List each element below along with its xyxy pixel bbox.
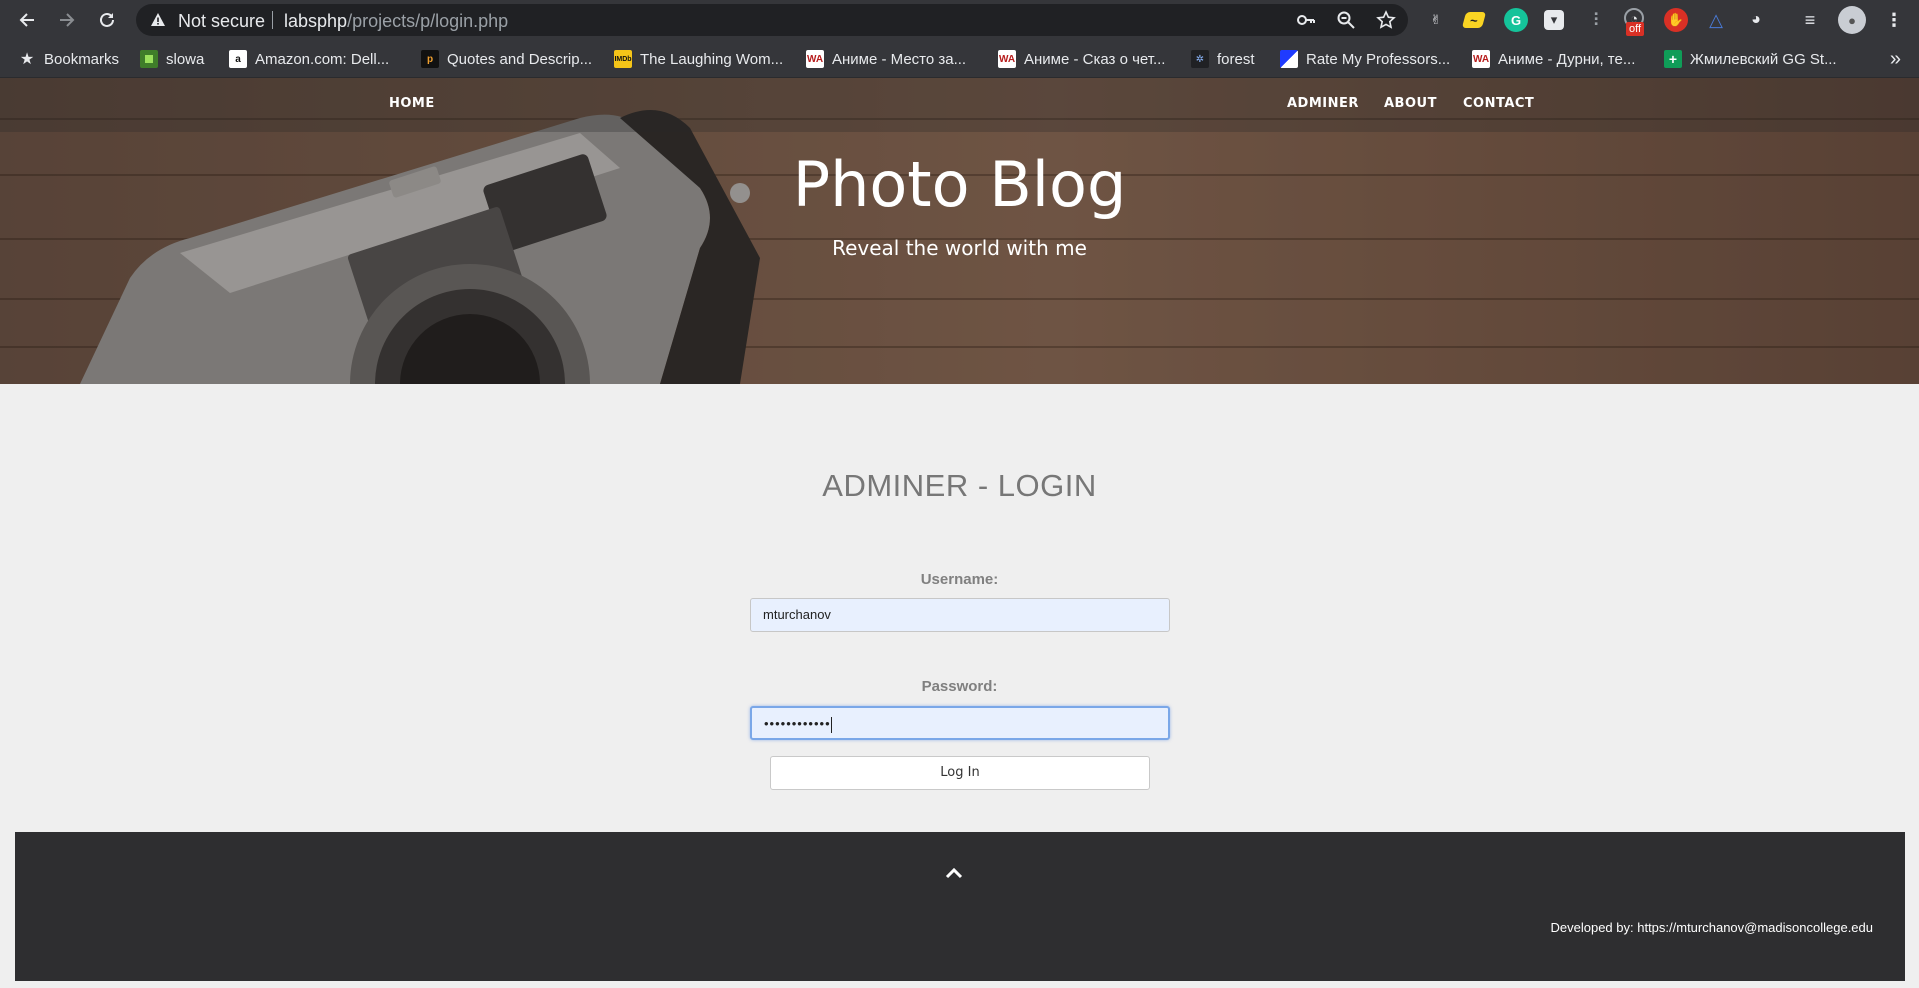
- nav-contact[interactable]: CONTACT: [1463, 96, 1534, 111]
- url-path: /projects/p/login.php: [347, 11, 509, 31]
- hero-banner: HOME ADMINER ABOUT CONTACT Photo Blog Re…: [0, 78, 1919, 384]
- bookmark-label: Аниме - Место за...: [832, 50, 967, 68]
- bookmark-item[interactable]: WA Аниме - Дурни, те...: [1472, 40, 1635, 78]
- bookmark-item[interactable]: + Жмилевский GG St...: [1664, 40, 1837, 78]
- menu-dots-icon[interactable]: ⋮: [1882, 8, 1906, 32]
- zoom-icon[interactable]: [1336, 10, 1356, 30]
- security-label[interactable]: Not secure: [178, 11, 265, 32]
- password-label: Password:: [921, 678, 998, 695]
- bookmark-label: Жмилевский GG St...: [1690, 50, 1837, 68]
- eye-icon[interactable]: ◕: [1744, 8, 1768, 32]
- page-subtitle: Reveal the world with me: [832, 236, 1087, 260]
- bookmark-label: The Laughing Wom...: [640, 50, 784, 68]
- key-icon[interactable]: [1296, 10, 1316, 30]
- password-mask: ••••••••••••: [764, 716, 831, 731]
- rmp-icon: [1280, 50, 1298, 68]
- feather-icon[interactable]: ~: [1461, 12, 1487, 28]
- site-navbar: HOME ADMINER ABOUT CONTACT: [0, 78, 1919, 132]
- username-label: Username:: [920, 571, 999, 588]
- sheets-icon: +: [1664, 50, 1682, 68]
- browser-toolbar: Not secure labsphp/projects/p/login.php …: [0, 0, 1919, 40]
- bookmark-item[interactable]: Rate My Professors...: [1280, 40, 1450, 78]
- bookmark-label: Аниме - Дурни, те...: [1498, 50, 1636, 68]
- nav-adminer[interactable]: ADMINER: [1287, 96, 1359, 111]
- snowflake-icon: ✲: [1191, 50, 1209, 68]
- amazon-icon: a: [229, 50, 247, 68]
- bookmark-item[interactable]: ★ Bookmarks: [18, 40, 119, 78]
- green-square-icon: [140, 50, 158, 68]
- bookmark-label: Rate My Professors...: [1306, 50, 1451, 68]
- back-button[interactable]: [13, 6, 41, 34]
- page-title: Photo Blog: [792, 148, 1127, 221]
- bookmark-item[interactable]: a Amazon.com: Dell...: [229, 40, 389, 78]
- chevron-up-icon[interactable]: [945, 867, 963, 879]
- nav-home[interactable]: HOME: [389, 96, 435, 111]
- reload-button[interactable]: [93, 6, 121, 34]
- login-button[interactable]: Log In: [770, 756, 1150, 790]
- wa-icon: WA: [1472, 50, 1490, 68]
- bookmark-item[interactable]: WA Аниме - Сказ о чет...: [998, 40, 1165, 78]
- media-queue-icon[interactable]: ≡: [1798, 8, 1822, 32]
- bookmark-label: Amazon.com: Dell...: [255, 50, 390, 68]
- pocket-icon[interactable]: ▾: [1544, 10, 1564, 30]
- nav-about[interactable]: ABOUT: [1384, 96, 1437, 111]
- rock-hand-icon[interactable]: ✌: [1424, 8, 1448, 32]
- footer-credit: Developed by: https://mturchanov@madison…: [1550, 920, 1874, 935]
- text-cursor: [830, 716, 832, 733]
- reload-icon: [100, 12, 114, 27]
- username-field[interactable]: mturchanov: [750, 598, 1170, 632]
- avatar[interactable]: ●: [1838, 6, 1866, 34]
- bookmark-item[interactable]: IMDb The Laughing Wom...: [614, 40, 783, 78]
- grammarly-icon[interactable]: G: [1504, 8, 1528, 32]
- imdb-icon: IMDb: [614, 50, 632, 68]
- forward-button[interactable]: [53, 6, 81, 34]
- equalizer-icon[interactable]: ⫶: [1584, 8, 1608, 32]
- quotes-icon: p: [421, 50, 439, 68]
- url-text[interactable]: labsphp/projects/p/login.php: [284, 11, 508, 32]
- bookmark-label: forest: [1217, 50, 1255, 68]
- bookmark-item[interactable]: ✲ forest: [1191, 40, 1255, 78]
- address-bar[interactable]: Not secure labsphp/projects/p/login.php: [136, 4, 1408, 36]
- omnibox-divider: [272, 11, 273, 29]
- star-icon: ★: [19, 51, 35, 68]
- url-host: labsphp: [284, 11, 348, 31]
- wa-icon: WA: [806, 50, 824, 68]
- bookmark-item[interactable]: slowa: [140, 40, 204, 78]
- wa-icon: WA: [998, 50, 1016, 68]
- bookmark-label: Bookmarks: [44, 50, 120, 68]
- login-heading: ADMINER - LOGIN: [822, 468, 1097, 503]
- bookmark-label: slowa: [166, 50, 205, 68]
- extension-badge: off: [1626, 22, 1645, 36]
- password-field[interactable]: ••••••••••••: [750, 706, 1170, 740]
- bookmark-item[interactable]: p Quotes and Descrip...: [421, 40, 592, 78]
- bookmarks-bar: ★ Bookmarks slowa a Amazon.com: Dell... pQ…: [0, 40, 1919, 78]
- arrow-left-icon: [19, 13, 34, 27]
- warning-icon: [151, 13, 165, 26]
- bookmark-label: Quotes and Descrip...: [447, 50, 593, 68]
- arrow-right-icon: [60, 13, 75, 27]
- star-icon[interactable]: [1376, 10, 1396, 30]
- adblock-icon[interactable]: ✋: [1664, 8, 1688, 32]
- bookmark-label: Аниме - Сказ о чет...: [1024, 50, 1166, 68]
- triangle-icon[interactable]: △: [1704, 8, 1728, 32]
- site-footer: Developed by: https://mturchanov@madison…: [15, 832, 1905, 981]
- bookmarks-overflow-icon[interactable]: »: [1890, 48, 1901, 71]
- bookmark-item[interactable]: WA Аниме - Место за...: [806, 40, 966, 78]
